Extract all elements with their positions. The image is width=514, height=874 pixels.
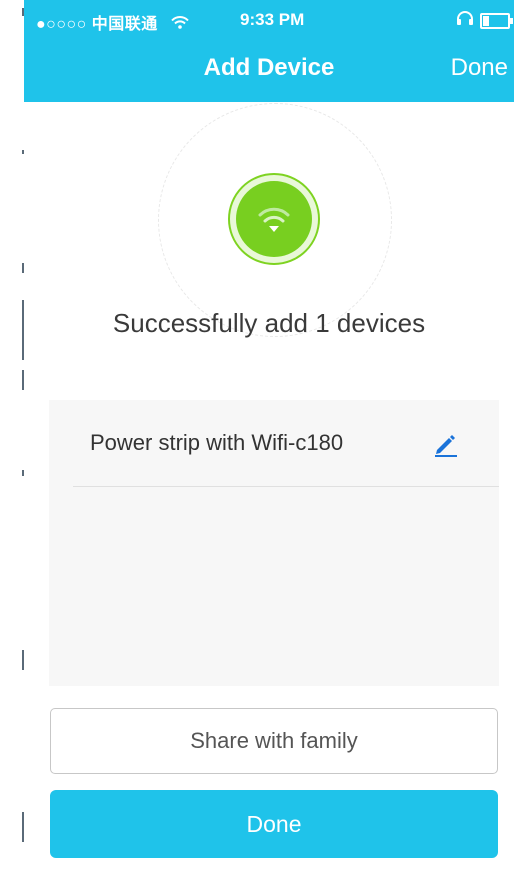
list-item: Power strip with Wifi-c180: [73, 400, 499, 487]
header-done-button[interactable]: Done: [451, 54, 508, 82]
wifi-success-badge: [228, 173, 320, 265]
carrier-text: ●○○○○ 中国联通: [36, 16, 158, 33]
header-bar: ●○○○○ 中国联通 9:33 PM Add Device Done: [24, 0, 514, 102]
device-name: Power strip with Wifi-c180: [90, 430, 344, 455]
status-right-icons: [456, 11, 513, 30]
wifi-signal-icon: [171, 16, 189, 33]
page-title: Add Device: [203, 54, 335, 81]
left-edge-strip: [0, 0, 25, 874]
success-message: Successfully add 1 devices: [112, 308, 426, 338]
status-bar: ●○○○○ 中国联通 9:33 PM: [24, 0, 514, 38]
device-list: Power strip with Wifi-c180: [49, 400, 499, 686]
share-with-family-button[interactable]: Share with family: [50, 708, 498, 774]
battery-icon: [480, 12, 513, 29]
clock: 9:33 PM: [240, 10, 305, 29]
wifi-icon: [236, 181, 312, 257]
done-button[interactable]: Done: [50, 790, 498, 858]
carrier-label: ●○○○○ 中国联通: [36, 10, 189, 34]
edit-pencil-icon[interactable]: [433, 431, 459, 462]
app-screen: ●○○○○ 中国联通 9:33 PM Add Device Done Succe…: [24, 0, 514, 874]
headphones-icon: [456, 11, 474, 30]
